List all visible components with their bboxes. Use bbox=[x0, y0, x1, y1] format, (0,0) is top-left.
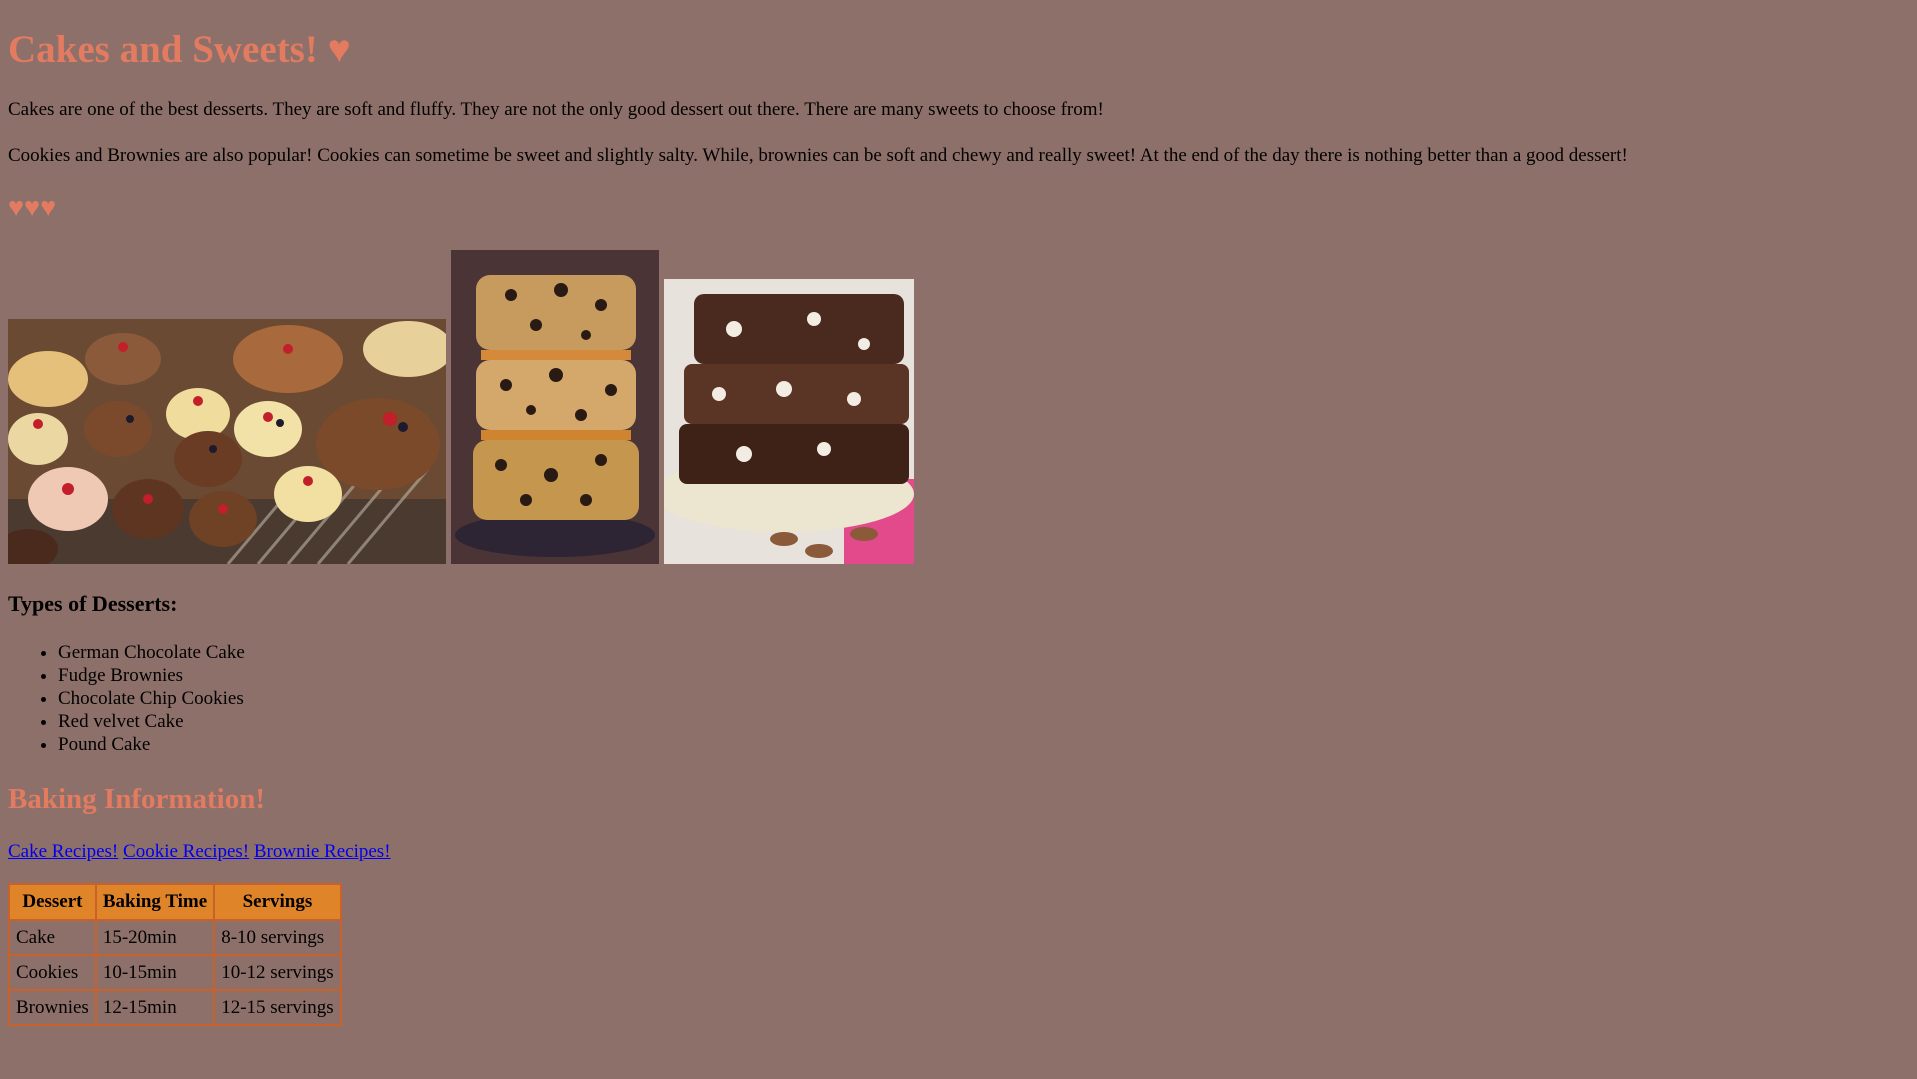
table-cell: Cake bbox=[9, 920, 96, 955]
table-header-row: Dessert Baking Time Servings bbox=[9, 884, 341, 920]
table-row: Cookies 10-15min 10-12 servings bbox=[9, 955, 341, 990]
brownie-recipes-link[interactable]: Brownie Recipes! bbox=[254, 841, 391, 862]
table-cell: 8-10 servings bbox=[214, 920, 341, 955]
list-item: Red velvet Cake bbox=[58, 710, 245, 733]
list-item: Fudge Brownies bbox=[58, 664, 245, 687]
table-cell: Cookies bbox=[9, 955, 96, 990]
page-title: Cakes and Sweets! ♥ bbox=[8, 28, 351, 71]
list-item: Chocolate Chip Cookies bbox=[58, 687, 245, 710]
list-item: Pound Cake bbox=[58, 733, 245, 756]
intro-paragraph: Cakes are one of the best desserts. They… bbox=[8, 99, 1104, 120]
hearts-decoration: ♥♥♥ bbox=[8, 192, 57, 222]
recipe-links: Cake Recipes! Cookie Recipes! Brownie Re… bbox=[8, 840, 391, 864]
baking-table: Dessert Baking Time Servings Cake 15-20m… bbox=[8, 883, 342, 1026]
list-item: German Chocolate Cake bbox=[58, 641, 245, 664]
table-row: Cake 15-20min 8-10 servings bbox=[9, 920, 341, 955]
table-header-cell: Baking Time bbox=[95, 884, 215, 920]
table-cell: 12-15min bbox=[95, 990, 215, 1025]
table-row: Brownies 12-15min 12-15 servings bbox=[9, 990, 341, 1025]
table-cell: 15-20min bbox=[95, 920, 215, 955]
baking-heading: Baking Information! bbox=[8, 783, 266, 815]
table-cell: 12-15 servings bbox=[214, 990, 341, 1025]
second-paragraph: Cookies and Brownies are also popular! C… bbox=[8, 145, 1628, 166]
desserts-heading: Types of Desserts: bbox=[8, 591, 178, 616]
brownies-photo bbox=[664, 279, 914, 564]
table-cell: 10-15min bbox=[95, 955, 215, 990]
cakes-photo bbox=[8, 319, 446, 564]
cookie-recipes-link[interactable]: Cookie Recipes! bbox=[123, 841, 249, 862]
table-cell: Brownies bbox=[9, 990, 96, 1025]
page: Cakes and Sweets! ♥ Cakes are one of the… bbox=[0, 0, 1917, 1079]
table-header-cell: Servings bbox=[214, 884, 341, 920]
desserts-list: German Chocolate Cake Fudge Brownies Cho… bbox=[8, 641, 245, 756]
cake-recipes-link[interactable]: Cake Recipes! bbox=[8, 841, 118, 862]
table-cell: 10-12 servings bbox=[214, 955, 341, 990]
cookie-bars-photo bbox=[451, 250, 659, 564]
table-header-cell: Dessert bbox=[9, 884, 96, 920]
